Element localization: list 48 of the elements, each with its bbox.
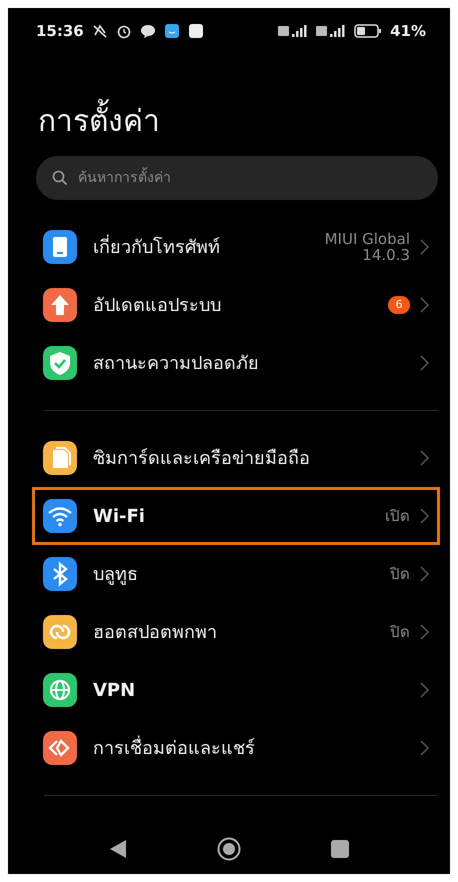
- item-value: เปิด: [385, 508, 410, 524]
- home-icon: [217, 837, 241, 861]
- battery-percentage: 41%: [390, 20, 426, 42]
- item-label: ซิมการ์ดและเครือข่ายมือถือ: [93, 446, 310, 470]
- status-time: 15:36: [36, 20, 84, 42]
- chevron-right-icon: [420, 355, 429, 371]
- settings-item[interactable]: VPN: [32, 661, 440, 719]
- notification-count: 6: [388, 296, 410, 314]
- item-label: ฮอตสปอตพกพา: [93, 620, 217, 644]
- cellular-signal-icon: [316, 24, 346, 38]
- settings-item[interactable]: เกี่ยวกับโทรศัพท์ MIUI Global 14.0.3: [32, 218, 440, 276]
- item-label: อัปเดตแอประบบ: [93, 294, 221, 318]
- battery-icon: [354, 24, 382, 38]
- item-value: MIUI Global 14.0.3: [324, 230, 410, 264]
- app-notification-icon: [164, 23, 180, 39]
- chat-bubble-icon: [140, 23, 156, 39]
- item-label: เกี่ยวกับโทรศัพท์: [93, 234, 220, 260]
- chevron-right-icon: [420, 508, 429, 524]
- item-label: สถานะความปลอดภัย: [93, 352, 259, 376]
- settings-item[interactable]: การเชื่อมต่อและแชร์: [32, 719, 440, 777]
- app-notification-icon: [188, 23, 204, 39]
- chevron-right-icon: [420, 740, 429, 756]
- chevron-right-icon: [420, 450, 429, 466]
- settings-item[interactable]: อัปเดตแอประบบ 6: [32, 276, 440, 334]
- settings-item[interactable]: สถานะความปลอดภัย: [32, 334, 440, 392]
- settings-item[interactable]: ซิมการ์ดและเครือข่ายมือถือ: [32, 429, 440, 487]
- chevron-right-icon: [420, 566, 429, 582]
- item-label: VPN: [93, 678, 136, 702]
- mute-icon: [92, 23, 108, 39]
- settings-item[interactable]: Wi-Fi เปิด: [32, 487, 440, 545]
- search-icon: [52, 170, 68, 186]
- chevron-right-icon: [420, 682, 429, 698]
- settings-item[interactable]: ฮอตสปอตพกพา ปิด: [32, 603, 440, 661]
- chevron-right-icon: [420, 239, 429, 255]
- item-label: บลูทูธ: [93, 562, 138, 587]
- recent-apps-icon: [331, 840, 349, 858]
- back-icon: [109, 839, 127, 859]
- item-value: ปิด: [390, 624, 410, 640]
- alarm-icon: [116, 23, 132, 39]
- cellular-signal-icon: [278, 24, 308, 38]
- page-title: การตั้งค่า: [38, 94, 160, 150]
- chevron-right-icon: [420, 297, 429, 313]
- item-label: การเชื่อมต่อและแชร์: [93, 734, 255, 760]
- chevron-right-icon: [420, 624, 429, 640]
- settings-item[interactable]: บลูทูธ ปิด: [32, 545, 440, 603]
- item-value: ปิด: [390, 566, 410, 582]
- item-label: Wi-Fi: [93, 504, 145, 528]
- search-field[interactable]: ค้นหาการตั้งค่า: [36, 156, 438, 200]
